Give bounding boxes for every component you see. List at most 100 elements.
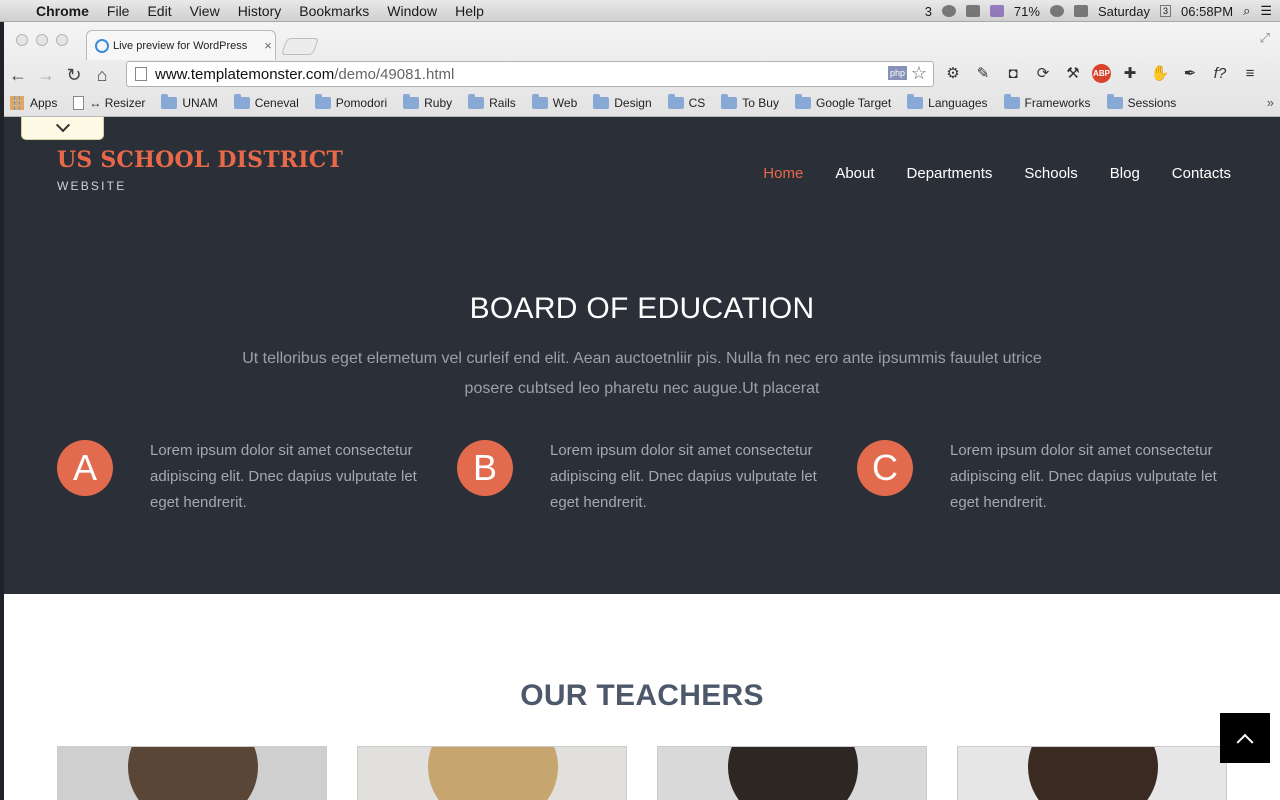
back-arrow-icon[interactable]: ← bbox=[4, 65, 32, 86]
adblock-icon[interactable]: ABP bbox=[1092, 63, 1111, 83]
wrench-icon[interactable]: ⚒ bbox=[1062, 62, 1084, 84]
bookmark-label: Ceneval bbox=[254, 96, 299, 110]
folder-icon bbox=[1106, 94, 1123, 109]
bookmark-folder[interactable]: Pomodori bbox=[314, 94, 387, 110]
minimize-window-button[interactable] bbox=[36, 34, 48, 46]
plus-cross-icon[interactable]: ✚ bbox=[1119, 62, 1141, 84]
bookmark-folder[interactable]: Ceneval bbox=[233, 94, 299, 110]
nav-about[interactable]: About bbox=[835, 165, 874, 182]
close-window-button[interactable] bbox=[16, 34, 28, 46]
zoom-window-button[interactable] bbox=[56, 34, 68, 46]
bookmark-folder[interactable]: Design bbox=[593, 94, 652, 110]
bookmark-folder[interactable]: Rails bbox=[468, 94, 516, 110]
clock-time[interactable]: 06:58PM bbox=[1181, 4, 1233, 19]
menu-bookmarks[interactable]: Bookmarks bbox=[299, 3, 369, 19]
reload-icon[interactable]: ↻ bbox=[60, 65, 88, 86]
bookmark-label: Sessions bbox=[1127, 96, 1177, 110]
calendar-day-badge[interactable]: 3 bbox=[1160, 5, 1172, 17]
new-tab-button[interactable] bbox=[280, 38, 320, 55]
teacher-photo[interactable] bbox=[657, 746, 927, 800]
feather-icon[interactable]: ✒ bbox=[1179, 62, 1201, 84]
bookmark-label: Frameworks bbox=[1024, 96, 1091, 110]
teacher-photo[interactable] bbox=[57, 746, 327, 800]
bookmark-label: Apps bbox=[30, 96, 58, 110]
menu-file[interactable]: File bbox=[107, 3, 130, 19]
eyedropper-icon[interactable]: ✎ bbox=[972, 62, 994, 84]
pocket-icon[interactable]: ◘ bbox=[1002, 62, 1024, 84]
tray-status-icon[interactable] bbox=[941, 5, 956, 17]
bookmark-folder[interactable]: Languages bbox=[907, 94, 988, 110]
forward-arrow-icon[interactable]: → bbox=[32, 65, 60, 86]
site-logo[interactable]: US SCHOOL DISTRICT WEBSITE bbox=[57, 147, 343, 193]
bookmark-label: Rails bbox=[489, 96, 516, 110]
scroll-to-top-button[interactable] bbox=[1220, 713, 1270, 763]
bookmark-label: To Buy bbox=[742, 96, 779, 110]
fullscreen-icon[interactable]: ⤢ bbox=[1260, 30, 1270, 46]
evernote-icon[interactable]: ✋ bbox=[1149, 62, 1171, 84]
bookmark-folder[interactable]: Frameworks bbox=[1003, 94, 1091, 110]
bookmark-folder[interactable]: Sessions bbox=[1106, 94, 1177, 110]
bookmark-label: CS bbox=[688, 96, 706, 110]
teacher-photo[interactable] bbox=[957, 746, 1227, 800]
main-navigation: Home About Departments Schools Blog Cont… bbox=[763, 165, 1231, 182]
bookmark-folder[interactable]: To Buy bbox=[721, 94, 779, 110]
bookmark-folder[interactable]: Web bbox=[531, 94, 578, 110]
apps-grid-icon bbox=[10, 96, 24, 110]
bookmark-folder[interactable]: Google Target bbox=[794, 94, 891, 110]
tray-device-icon[interactable] bbox=[965, 5, 980, 17]
bookmark-folder[interactable]: Ruby bbox=[403, 94, 453, 110]
font-function-icon[interactable]: f? bbox=[1209, 62, 1231, 84]
page-icon bbox=[135, 67, 147, 81]
nav-home[interactable]: Home bbox=[763, 165, 803, 182]
php-extension-badge[interactable]: php bbox=[887, 66, 907, 80]
home-icon[interactable]: ⌂ bbox=[88, 65, 116, 86]
tab-strip: Live preview for WordPress × ⤢ bbox=[4, 22, 1280, 60]
menu-app-name[interactable]: Chrome bbox=[36, 3, 89, 19]
menu-window[interactable]: Window bbox=[387, 3, 437, 19]
bookmark-page[interactable]: ↔ Resizer bbox=[73, 96, 145, 110]
battery-percent[interactable]: 71% bbox=[1014, 4, 1040, 19]
chrome-menu-icon[interactable]: ≡ bbox=[1239, 62, 1261, 84]
menu-view[interactable]: View bbox=[190, 3, 220, 19]
folder-icon bbox=[721, 94, 738, 109]
input-flag-icon[interactable] bbox=[1073, 5, 1088, 17]
settings-gear-icon[interactable]: ⚙ bbox=[942, 62, 964, 84]
bookmark-label: Web bbox=[552, 96, 578, 110]
activity-graph-icon[interactable] bbox=[989, 5, 1004, 17]
bookmarks-overflow-icon[interactable]: » bbox=[1267, 95, 1274, 110]
menu-edit[interactable]: Edit bbox=[147, 3, 171, 19]
bookmark-label: Ruby bbox=[424, 96, 453, 110]
folder-icon bbox=[667, 94, 684, 109]
folder-icon bbox=[907, 94, 924, 109]
feature-badge-c: C bbox=[857, 440, 913, 496]
spotlight-icon[interactable]: ⌕ bbox=[1243, 3, 1250, 19]
teacher-photo[interactable] bbox=[357, 746, 627, 800]
nav-contacts[interactable]: Contacts bbox=[1172, 165, 1231, 182]
logo-title: US SCHOOL DISTRICT bbox=[57, 147, 344, 173]
close-tab-icon[interactable]: × bbox=[261, 38, 275, 53]
clock-day[interactable]: Saturday bbox=[1098, 4, 1150, 19]
address-bar[interactable]: www.templatemonster.com/demo/49081.html … bbox=[126, 61, 934, 87]
tab-active[interactable]: Live preview for WordPress × bbox=[86, 30, 276, 60]
nav-departments[interactable]: Departments bbox=[907, 165, 993, 182]
url-host: www.templatemonster.com bbox=[155, 65, 335, 83]
nav-blog[interactable]: Blog bbox=[1110, 165, 1140, 182]
menu-history[interactable]: History bbox=[238, 3, 282, 19]
notification-center-icon[interactable]: ☰ bbox=[1260, 3, 1272, 19]
sync-icon[interactable]: ⟳ bbox=[1032, 62, 1054, 84]
panel-toggle-button[interactable] bbox=[21, 117, 104, 140]
notification-count[interactable]: 3 bbox=[925, 4, 932, 19]
bookmark-label: ↔ Resizer bbox=[89, 96, 146, 110]
wifi-icon[interactable] bbox=[1049, 5, 1064, 17]
bookmark-folder[interactable]: CS bbox=[667, 94, 706, 110]
bookmark-star-icon[interactable]: ☆ bbox=[911, 63, 927, 84]
bookmark-folder[interactable]: UNAM bbox=[161, 94, 218, 110]
folder-icon bbox=[468, 94, 485, 109]
menu-help[interactable]: Help bbox=[455, 3, 484, 19]
bookmark-label: Languages bbox=[928, 96, 988, 110]
folder-icon bbox=[161, 94, 178, 109]
nav-schools[interactable]: Schools bbox=[1024, 165, 1077, 182]
bookmark-apps[interactable]: Apps bbox=[10, 96, 57, 110]
extension-icons: ⚙ ✎ ◘ ⟳ ⚒ ABP ✚ ✋ ✒ f? ≡ bbox=[942, 62, 1261, 84]
feature-text-b: Lorem ipsum dolor sit amet consectetur a… bbox=[550, 442, 817, 511]
